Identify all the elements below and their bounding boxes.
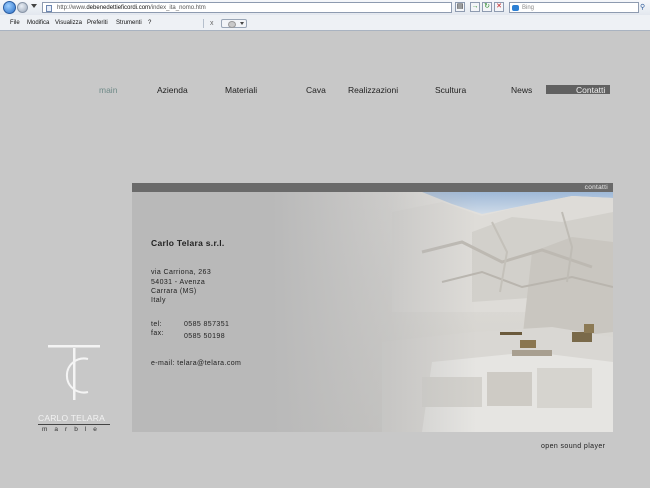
email-link[interactable]: e-mail: telara@telara.com — [151, 359, 241, 368]
address-line: 54031 - Avenza — [151, 279, 206, 286]
go-icon[interactable]: → — [470, 2, 480, 12]
logo-name: CARLO TELARA — [38, 413, 105, 423]
nav-scultura[interactable]: Scultura — [435, 85, 466, 95]
company-name: Carlo Telara s.r.l. — [151, 238, 225, 248]
bing-icon — [512, 5, 519, 11]
panel-header-bar: contatti — [132, 183, 613, 192]
page-favicon-icon — [228, 21, 236, 28]
nav-main[interactable]: main — [99, 85, 117, 95]
search-placeholder: Bing — [522, 5, 535, 11]
search-input[interactable]: Bing — [509, 2, 639, 13]
search-go-icon[interactable]: ⚲ — [640, 2, 649, 13]
menu-strumenti[interactable]: Strumenti — [116, 18, 142, 28]
menu-visualizza[interactable]: Visualizza — [55, 18, 82, 28]
history-dropdown-icon[interactable] — [31, 4, 37, 8]
address-row: http://www.debenedettieficordi.com/index… — [0, 0, 650, 15]
fax-label: fax: — [151, 330, 164, 337]
nav-cava[interactable]: Cava — [306, 85, 326, 95]
address-line: Carrara (MS) — [151, 288, 197, 295]
back-icon[interactable] — [3, 1, 16, 14]
menu-bar: File Modifica Visualizza Preferiti Strum… — [0, 16, 650, 30]
tab-selector[interactable] — [221, 19, 247, 28]
url-prefix: http://www. — [57, 5, 87, 11]
refresh-icon[interactable]: ↻ — [482, 2, 492, 12]
separator — [203, 19, 204, 28]
address-line: Italy — [151, 297, 166, 304]
contact-panel — [132, 192, 613, 432]
panel-header-label: contatti — [584, 184, 608, 191]
nav-news[interactable]: News — [511, 85, 532, 95]
nav-materiali[interactable]: Materiali — [225, 85, 257, 95]
address-line: via Carriona, 263 — [151, 269, 212, 276]
menu-help[interactable]: ? — [148, 18, 151, 28]
menu-modifica[interactable]: Modifica — [27, 18, 49, 28]
logo-divider — [38, 424, 110, 425]
nav-contatti[interactable]: Contatti — [576, 85, 605, 95]
forward-icon[interactable] — [17, 2, 28, 13]
menu-file[interactable]: File — [10, 18, 20, 28]
nav-azienda[interactable]: Azienda — [157, 85, 188, 95]
nav-realizzazioni[interactable]: Realizzazioni — [348, 85, 398, 95]
marble-quarry-photo — [272, 192, 613, 432]
url-path: /index_ita_nomo.htm — [150, 5, 206, 11]
menu-preferiti[interactable]: Preferiti — [87, 18, 108, 28]
compatibility-icon[interactable]: ▤ — [455, 2, 465, 12]
fax-value: 0585 50198 — [184, 333, 225, 340]
tel-label: tel: — [151, 321, 162, 328]
close-icon[interactable]: x — [210, 19, 214, 28]
open-sound-player-link[interactable]: open sound player — [541, 443, 605, 450]
tel-value: 0585 857351 — [184, 321, 230, 328]
logo-tagline: marble — [42, 426, 104, 433]
url-domain: debenedettieficordi.com — [86, 5, 151, 11]
page-icon — [46, 5, 52, 12]
browser-chrome: http://www.debenedettieficordi.com/index… — [0, 0, 650, 31]
address-bar[interactable]: http://www.debenedettieficordi.com/index… — [42, 2, 452, 13]
stop-icon[interactable]: ✕ — [494, 2, 504, 12]
chevron-down-icon — [240, 22, 244, 25]
